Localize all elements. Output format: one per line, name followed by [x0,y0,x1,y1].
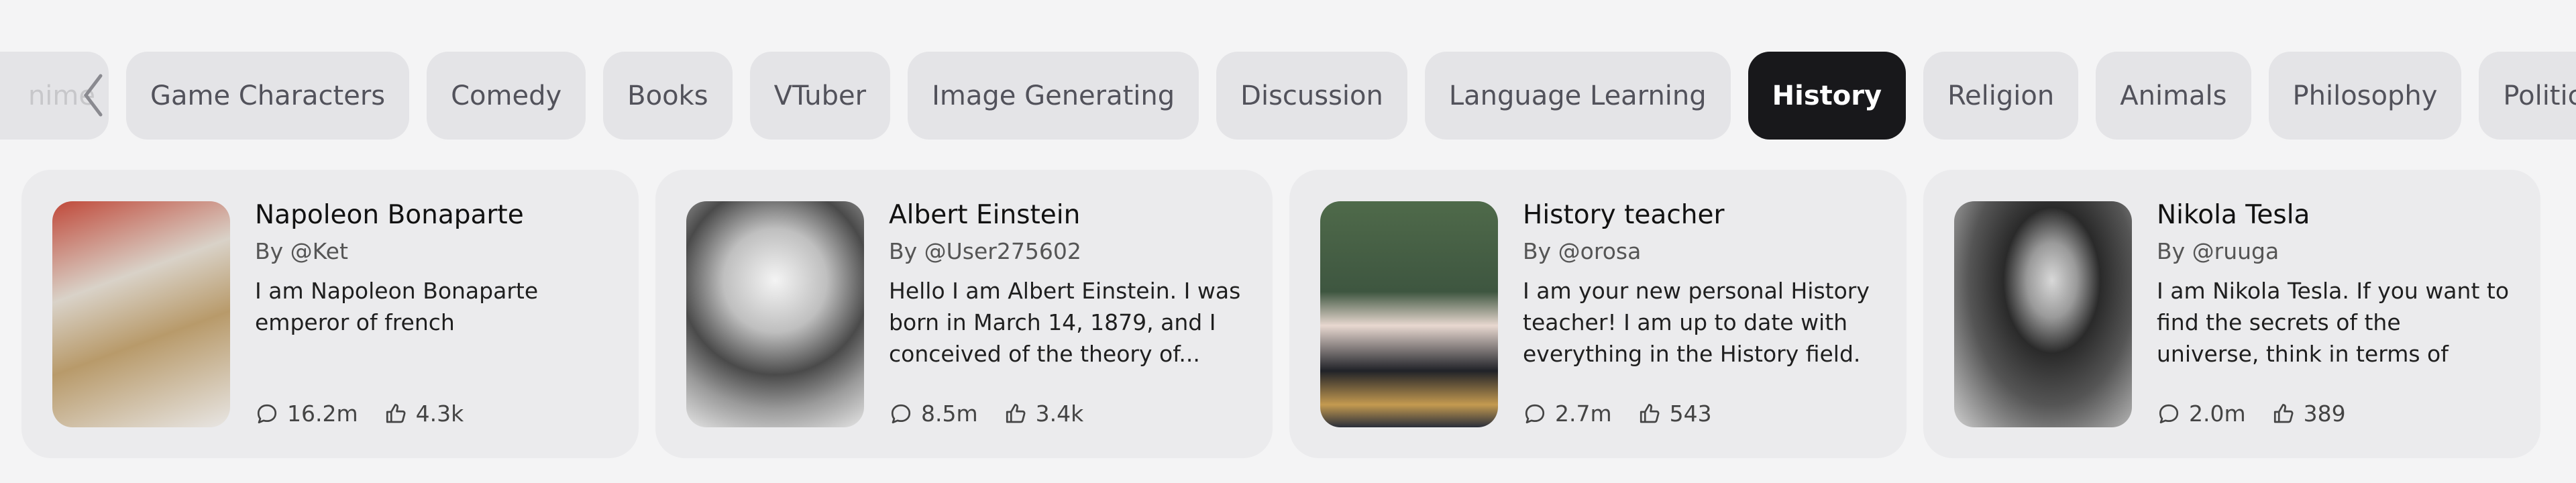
chat-count: 16.2m [287,400,358,427]
tab-books[interactable]: Books [603,52,733,140]
character-name: History teacher [1523,200,1725,230]
like-count: 389 [2303,400,2346,427]
character-info: Albert Einstein By @User275602 Hello I a… [889,200,1242,427]
tab-discussion[interactable]: Discussion [1216,52,1407,140]
character-avatar [1954,201,2132,427]
chat-count: 2.7m [1555,400,1612,427]
chat-bubble-icon [891,404,911,423]
chat-bubble-icon [2159,404,2179,423]
chat-count: 8.5m [921,400,978,427]
like-count: 543 [1669,400,1712,427]
thumbs-up-icon [1640,403,1660,423]
chat-count: 2.0m [2189,400,2246,427]
tab-anime-partial[interactable]: nime [0,52,109,140]
character-card[interactable]: Nikola Tesla By @ruuga I am Nikola Tesla… [1923,170,2540,458]
tab-philosophy[interactable]: Philosophy [2268,52,2462,140]
character-author: By @ruuga [2157,238,2279,264]
chat-bubble-icon [1525,404,1545,423]
category-tabs: nime Game Characters Comedy Books VTuber… [0,52,2576,140]
tab-game-characters[interactable]: Game Characters [126,52,410,140]
tab-history[interactable]: History [1748,52,1907,140]
tab-religion[interactable]: Religion [1923,52,2079,140]
character-avatar [686,201,864,427]
thumbs-up-icon [1006,403,1026,423]
character-stats: 8.5m 3.4k [889,400,1242,427]
chevron-left-icon[interactable] [79,72,106,119]
tab-language-learning[interactable]: Language Learning [1424,52,1731,140]
tab-vtuber[interactable]: VTuber [749,52,891,140]
character-name: Nikola Tesla [2157,200,2310,230]
like-count: 3.4k [1035,400,1084,427]
character-author: By @User275602 [889,238,1081,264]
character-author: By @orosa [1523,238,1642,264]
tab-comedy[interactable]: Comedy [427,52,586,140]
tab-image-generating[interactable]: Image Generating [908,52,1199,140]
character-card[interactable]: Albert Einstein By @User275602 Hello I a… [655,170,1273,458]
character-card[interactable]: Napoleon Bonaparte By @Ket I am Napoleon… [21,170,639,458]
character-info: Nikola Tesla By @ruuga I am Nikola Tesla… [2157,200,2510,427]
thumbs-up-icon [386,403,406,423]
character-description: I am your new personal History teacher! … [1523,278,1870,367]
thumbs-up-icon [2273,403,2294,423]
character-info: History teacher By @orosa I am your new … [1523,200,1876,427]
character-description: I am Napoleon Bonaparte emperor of frenc… [255,278,539,335]
chat-bubble-icon [257,404,277,423]
character-stats: 2.0m 389 [2157,400,2510,427]
character-name: Albert Einstein [889,200,1081,230]
character-name: Napoleon Bonaparte [255,200,524,230]
character-author: By @Ket [255,238,348,264]
character-avatar [52,201,230,427]
tab-animals[interactable]: Animals [2096,52,2251,140]
tab-politics[interactable]: Politics [2479,52,2576,140]
character-description: I am Nikola Tesla. If you want to find t… [2157,278,2510,367]
character-stats: 16.2m 4.3k [255,400,608,427]
character-card[interactable]: History teacher By @orosa I am your new … [1289,170,1907,458]
like-count: 4.3k [415,400,464,427]
character-list: Napoleon Bonaparte By @Ket I am Napoleon… [21,170,2540,458]
character-stats: 2.7m 543 [1523,400,1876,427]
character-description: Hello I am Albert Einstein. I was born i… [889,278,1241,367]
character-info: Napoleon Bonaparte By @Ket I am Napoleon… [255,200,608,427]
character-avatar [1320,201,1498,427]
